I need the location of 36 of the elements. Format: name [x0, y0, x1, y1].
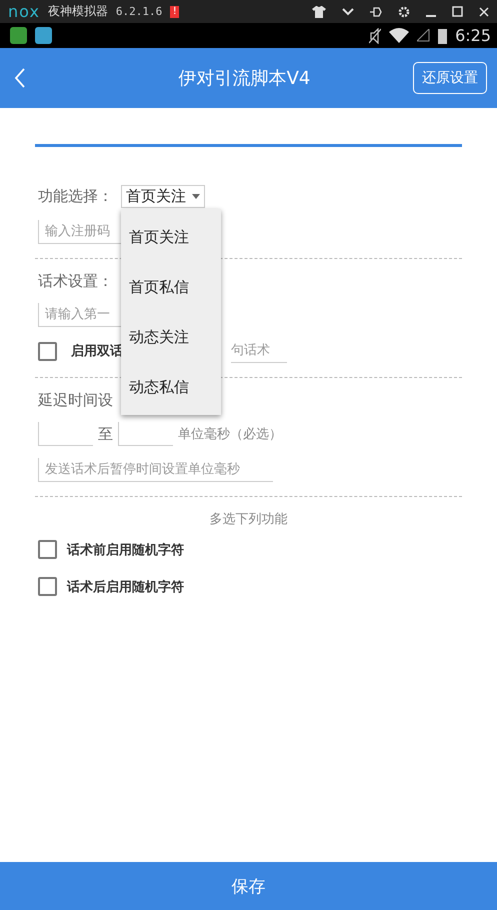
- chevron-down-icon[interactable]: [342, 8, 354, 16]
- section-label: 延迟时间设: [38, 391, 113, 410]
- checkbox[interactable]: [38, 342, 57, 360]
- section-label: 话术设置：: [38, 272, 113, 291]
- wifi-icon: [389, 28, 410, 43]
- unit-text: 单位毫秒（必选）: [178, 426, 282, 443]
- clock-text: 6:25: [455, 26, 491, 45]
- menu-item[interactable]: 动态私信: [121, 362, 221, 412]
- checkbox[interactable]: [38, 577, 57, 596]
- signal-icon: [417, 29, 430, 42]
- app-icon[interactable]: [10, 27, 27, 44]
- section-heading: 多选下列功能: [210, 511, 288, 528]
- function-dropdown[interactable]: 首页关注: [121, 185, 205, 208]
- battery-icon: [438, 28, 448, 44]
- separator-text: 至: [98, 424, 113, 444]
- alert-badge[interactable]: !: [170, 6, 180, 18]
- field-label: 功能选择：: [38, 187, 113, 206]
- maximize-icon[interactable]: [452, 6, 463, 17]
- muted-icon: [369, 28, 382, 44]
- checkbox-label: 话术前启用随机字符: [67, 542, 184, 558]
- caret-icon: [192, 194, 200, 199]
- pause-time-field[interactable]: 发送话术后暂停时间设置单位毫秒: [38, 458, 273, 482]
- close-icon[interactable]: [479, 6, 489, 16]
- max-delay-field[interactable]: [118, 422, 173, 446]
- version-text: 6.2.1.6: [116, 5, 162, 18]
- settings-icon[interactable]: [398, 6, 410, 18]
- logo-text: nox: [8, 2, 40, 21]
- reset-button[interactable]: 还原设置: [413, 62, 487, 94]
- app-icon[interactable]: [35, 27, 52, 44]
- back-icon[interactable]: [14, 68, 26, 88]
- checkbox[interactable]: [38, 540, 57, 559]
- window-title: 夜神模拟器: [48, 3, 108, 20]
- app-title: 伊对引流脚本V4: [178, 67, 312, 90]
- shirt-icon[interactable]: [312, 6, 326, 18]
- save-button[interactable]: 保存: [0, 862, 497, 910]
- checkbox-label: 话术后启用随机字符: [67, 578, 184, 596]
